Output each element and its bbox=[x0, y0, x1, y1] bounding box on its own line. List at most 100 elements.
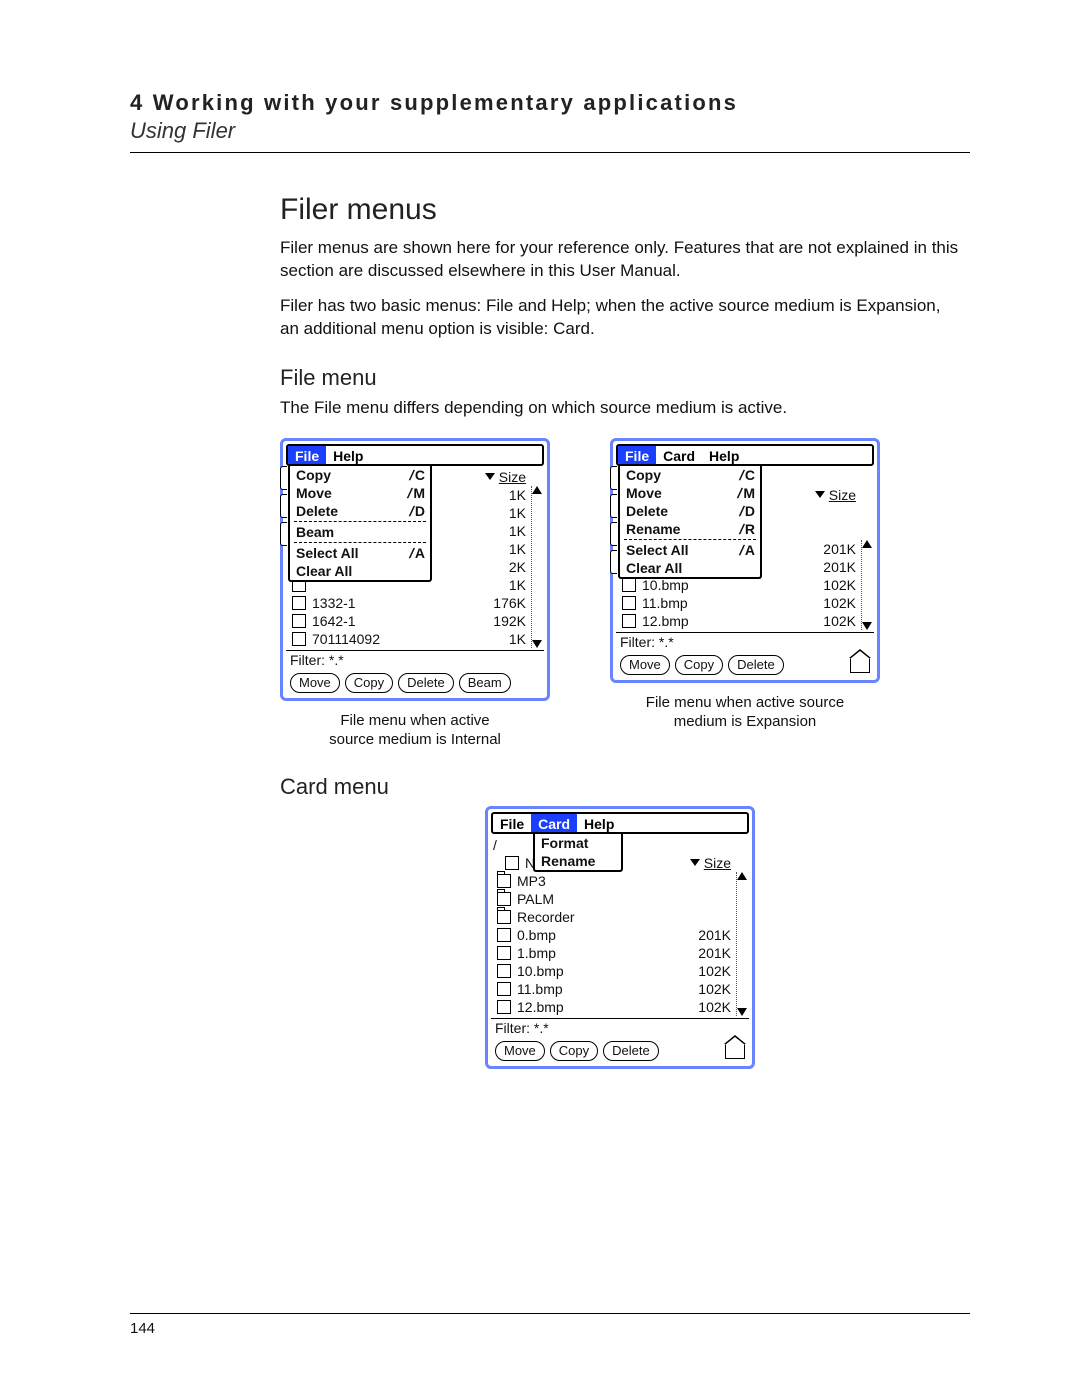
chapter-title: 4 Working with your supplementary applic… bbox=[130, 90, 970, 116]
menu-item-delete[interactable]: Delete/D bbox=[620, 502, 760, 520]
header-rule bbox=[130, 152, 970, 153]
menu-item-rename[interactable]: Rename bbox=[535, 852, 621, 870]
menubar: File Card Help bbox=[616, 444, 874, 466]
list-item[interactable]: 11.bmp102K bbox=[616, 594, 858, 612]
file-name: MP3 bbox=[517, 872, 731, 890]
list-item[interactable]: 1332-1176K bbox=[286, 594, 528, 612]
file-name: 12.bmp bbox=[642, 612, 823, 630]
file-size: 102K bbox=[698, 980, 733, 998]
path-slash: / bbox=[493, 836, 497, 854]
menu-card[interactable]: Card bbox=[531, 814, 577, 832]
filter-field[interactable]: Filter: *.* bbox=[616, 632, 874, 651]
list-item[interactable]: 1.bmp201K bbox=[491, 944, 733, 962]
scrollbar[interactable] bbox=[736, 872, 747, 1016]
list-item[interactable]: Recorder bbox=[491, 908, 733, 926]
menu-item-copy[interactable]: Copy/C bbox=[620, 466, 760, 484]
menu-item-select-all[interactable]: Select All/A bbox=[620, 541, 760, 559]
file-icon bbox=[292, 596, 306, 610]
menu-item-beam[interactable]: Beam bbox=[290, 523, 430, 541]
file-menu-dropdown: Copy/C Move/M Delete/D Beam Select All/A… bbox=[288, 466, 432, 582]
list-item[interactable]: 12.bmp102K bbox=[616, 612, 858, 630]
list-item[interactable]: 11.bmp102K bbox=[491, 980, 733, 998]
menu-file[interactable]: File bbox=[288, 446, 326, 464]
scrollbar[interactable] bbox=[531, 486, 542, 648]
menu-item-delete[interactable]: Delete/D bbox=[290, 502, 430, 520]
folder-icon bbox=[497, 892, 511, 906]
menu-help[interactable]: Help bbox=[702, 446, 746, 464]
screenshot-card-menu: File Card Help Format Rename / bbox=[485, 806, 755, 1069]
file-name: 11.bmp bbox=[642, 594, 823, 612]
card-menu-dropdown: Format Rename bbox=[533, 834, 623, 872]
menu-file[interactable]: File bbox=[618, 446, 656, 464]
page-header: 4 Working with your supplementary applic… bbox=[130, 90, 970, 144]
file-name: 10.bmp bbox=[517, 962, 698, 980]
move-button[interactable]: Move bbox=[620, 655, 670, 675]
file-size: 1K bbox=[509, 576, 528, 594]
beam-button[interactable]: Beam bbox=[459, 673, 511, 693]
menu-item-select-all[interactable]: Select All/A bbox=[290, 544, 430, 562]
file-size: 102K bbox=[823, 612, 858, 630]
file-size: 1K bbox=[509, 630, 528, 648]
menu-help[interactable]: Help bbox=[326, 446, 370, 464]
copy-button[interactable]: Copy bbox=[550, 1041, 598, 1061]
source-tab[interactable] bbox=[610, 494, 617, 518]
delete-button[interactable]: Delete bbox=[398, 673, 454, 693]
move-button[interactable]: Move bbox=[495, 1041, 545, 1061]
heading-filer-menus: Filer menus bbox=[280, 193, 960, 227]
menu-item-move[interactable]: Move/M bbox=[620, 484, 760, 502]
folder-icon bbox=[497, 910, 511, 924]
menu-item-rename[interactable]: Rename/R bbox=[620, 520, 760, 538]
move-button[interactable]: Move bbox=[290, 673, 340, 693]
file-size: 1K bbox=[509, 540, 528, 558]
file-size: 102K bbox=[698, 998, 733, 1016]
source-tab[interactable] bbox=[610, 466, 617, 490]
list-item[interactable]: 0.bmp201K bbox=[491, 926, 733, 944]
file-icon bbox=[292, 614, 306, 628]
delete-button[interactable]: Delete bbox=[728, 655, 784, 675]
list-item[interactable]: 10.bmp102K bbox=[491, 962, 733, 980]
copy-button[interactable]: Copy bbox=[345, 673, 393, 693]
file-size: 102K bbox=[823, 594, 858, 612]
menu-item-copy[interactable]: Copy/C bbox=[290, 466, 430, 484]
para-intro-2: Filer has two basic menus: File and Help… bbox=[280, 295, 960, 341]
menu-file[interactable]: File bbox=[493, 814, 531, 832]
sort-by-size[interactable]: Size bbox=[690, 854, 749, 872]
file-size: 1K bbox=[509, 486, 528, 504]
filter-field[interactable]: Filter: *.* bbox=[491, 1018, 749, 1037]
file-icon bbox=[622, 596, 636, 610]
file-name: 0.bmp bbox=[517, 926, 698, 944]
file-name: 701114092 bbox=[312, 630, 509, 648]
list-item[interactable]: MP3 bbox=[491, 872, 733, 890]
list-item[interactable]: 1642-1192K bbox=[286, 612, 528, 630]
home-icon[interactable] bbox=[850, 657, 870, 673]
home-icon[interactable] bbox=[725, 1043, 745, 1059]
file-size: 201K bbox=[823, 540, 858, 558]
section-title: Using Filer bbox=[130, 118, 970, 144]
file-name: 1332-1 bbox=[312, 594, 493, 612]
copy-button[interactable]: Copy bbox=[675, 655, 723, 675]
list-item[interactable]: PALM bbox=[491, 890, 733, 908]
file-size: 102K bbox=[823, 576, 858, 594]
filter-field[interactable]: Filter: *.* bbox=[286, 650, 544, 669]
menu-item-clear-all[interactable]: Clear All bbox=[290, 562, 430, 580]
list-item[interactable]: 12.bmp102K bbox=[491, 998, 733, 1016]
file-size: 1K bbox=[509, 504, 528, 522]
file-icon bbox=[622, 614, 636, 628]
menu-item-format[interactable]: Format bbox=[535, 834, 621, 852]
file-icon bbox=[622, 578, 636, 592]
delete-button[interactable]: Delete bbox=[603, 1041, 659, 1061]
menu-item-clear-all[interactable]: Clear All bbox=[620, 559, 760, 577]
folder-icon bbox=[497, 874, 511, 888]
sort-arrow-icon bbox=[815, 491, 825, 498]
folder-icon bbox=[505, 856, 519, 870]
menu-item-move[interactable]: Move/M bbox=[290, 484, 430, 502]
scrollbar[interactable] bbox=[861, 540, 872, 630]
menu-card[interactable]: Card bbox=[656, 446, 702, 464]
file-size: 192K bbox=[493, 612, 528, 630]
file-icon bbox=[497, 964, 511, 978]
menu-help[interactable]: Help bbox=[577, 814, 621, 832]
file-menu-dropdown: Copy/C Move/M Delete/D Rename/R Select A… bbox=[618, 466, 762, 579]
file-name: 12.bmp bbox=[517, 998, 698, 1016]
list-item[interactable]: 7011140921K bbox=[286, 630, 528, 648]
file-icon bbox=[497, 928, 511, 942]
